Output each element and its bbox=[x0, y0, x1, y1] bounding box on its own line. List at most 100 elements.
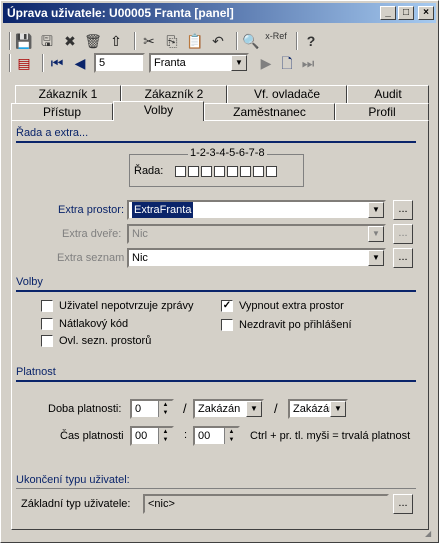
chevron-down-icon[interactable]: ▼ bbox=[246, 401, 262, 417]
extra-dvere-label: Extra dveře: bbox=[62, 228, 122, 240]
section-rada-title: Řada a extra... bbox=[16, 127, 89, 139]
rada-group: 1-2-3-4-5-6-7-8 Řada: bbox=[129, 147, 304, 187]
trash-icon[interactable]: 🗑 bbox=[84, 32, 102, 50]
close-button[interactable]: × bbox=[418, 6, 434, 20]
first-record-icon[interactable]: ⏮ bbox=[48, 54, 66, 72]
find-icon[interactable]: 🔍 bbox=[242, 32, 260, 50]
new-record-icon[interactable]: 🗋 bbox=[278, 54, 296, 72]
save-as-icon[interactable]: 🖫 bbox=[38, 32, 56, 50]
rada-checkbox-2[interactable] bbox=[188, 166, 199, 177]
section-platnost: Platnost bbox=[16, 366, 416, 382]
checkbox-box[interactable] bbox=[41, 335, 53, 347]
rada-checkbox-6[interactable] bbox=[240, 166, 251, 177]
checkbox-vypnout[interactable]: ✓ Vypnout extra prostor bbox=[221, 300, 344, 312]
checkbox-natlakovy[interactable]: Nátlakový kód bbox=[41, 318, 128, 330]
spinner-arrows-icon[interactable]: ▲ ▼ bbox=[158, 428, 172, 444]
checkbox-nezdravit-label: Nezdravit po přihlášení bbox=[239, 319, 352, 331]
record-name-combo[interactable]: Franta ▼ bbox=[149, 53, 249, 73]
tab-volby[interactable]: Volby bbox=[113, 101, 204, 121]
check-icon[interactable]: ✓ bbox=[221, 300, 233, 312]
checkbox-vypnout-label: Vypnout extra prostor bbox=[239, 300, 344, 312]
toolbar-main: 💾 🖫 ✖ 🗑 ⇧ ✂ ⎘ 📋 ↶ 🔍 x-Ref ? bbox=[9, 30, 325, 52]
extra-prostor-browse-button[interactable]: ... bbox=[393, 200, 413, 220]
doba-unit2-value: Zakázán bbox=[293, 403, 336, 415]
tab-profil[interactable]: Profil bbox=[335, 103, 429, 121]
spinner-arrows-icon[interactable]: ▲ ▼ bbox=[224, 428, 238, 444]
rada-checkbox-4[interactable] bbox=[214, 166, 225, 177]
tab-pristup[interactable]: Přístup bbox=[11, 103, 113, 121]
extra-prostor-combo[interactable]: ExtraFranta ▼ bbox=[127, 200, 386, 220]
section-rada: Řada a extra... bbox=[16, 127, 416, 143]
doba-slash-2: / bbox=[274, 401, 278, 416]
chevron-down-icon[interactable]: ▼ bbox=[330, 401, 346, 417]
rada-checkbox-8[interactable] bbox=[266, 166, 277, 177]
extra-dvere-combo[interactable]: Nic ▼ bbox=[127, 224, 386, 244]
cas-hours-spinner[interactable]: 00 ▲ ▼ bbox=[130, 426, 174, 446]
ctrl-hint: Ctrl + pr. tl. myši = trvalá platnost bbox=[250, 430, 411, 442]
rada-checkboxes bbox=[175, 166, 277, 177]
extra-seznam-combo[interactable]: Nic ▼ bbox=[127, 248, 386, 268]
doba-platnosti-unit2-combo[interactable]: Zakázán ▼ bbox=[288, 399, 348, 419]
chevron-down-icon[interactable]: ▼ bbox=[368, 250, 384, 266]
spinner-arrows-icon[interactable]: ▲ ▼ bbox=[158, 401, 172, 417]
paste-icon[interactable]: 📋 bbox=[186, 32, 204, 50]
chevron-down-icon[interactable]: ▼ bbox=[231, 55, 247, 71]
extra-dvere-browse-button[interactable]: ... bbox=[393, 224, 413, 244]
zakladni-typ-label: Základní typ uživatele: bbox=[21, 498, 131, 510]
doba-platnosti-unit-combo[interactable]: Zakázán ▼ bbox=[193, 399, 264, 419]
resize-grip-icon[interactable]: ◢ bbox=[425, 529, 435, 539]
tab-vf-ovladace[interactable]: Vf. ovladače bbox=[227, 85, 347, 103]
section-volby: Volby bbox=[16, 276, 416, 292]
delete-icon[interactable]: ✖ bbox=[61, 32, 79, 50]
tab-audit[interactable]: Audit bbox=[347, 85, 429, 103]
doba-platnosti-spinner[interactable]: 0 ▲ ▼ bbox=[130, 399, 174, 419]
tab-zakaznik-1[interactable]: Zákazník 1 bbox=[15, 85, 121, 103]
checkbox-box[interactable] bbox=[41, 300, 53, 312]
list-icon[interactable]: ▤ bbox=[15, 54, 33, 72]
record-number-input[interactable]: 5 bbox=[94, 53, 145, 73]
rada-checkbox-3[interactable] bbox=[201, 166, 212, 177]
maximize-button[interactable]: □ bbox=[398, 6, 414, 20]
undo-icon[interactable]: ↶ bbox=[209, 32, 227, 50]
copy-icon[interactable]: ⎘ bbox=[163, 32, 181, 50]
cas-minutes-spinner[interactable]: 00 ▲ ▼ bbox=[193, 426, 240, 446]
checkbox-natlakovy-label: Nátlakový kód bbox=[59, 318, 129, 330]
checkbox-box[interactable] bbox=[41, 318, 53, 330]
section-ukonceni-title: Ukončení typu uživatel: bbox=[16, 474, 130, 486]
section-volby-title: Volby bbox=[16, 276, 43, 288]
checkbox-nepotvrzuje[interactable]: Uživatel nepotvrzuje zprávy bbox=[41, 300, 194, 312]
section-ukonceni: Ukončení typu uživatel: bbox=[16, 474, 416, 489]
checkbox-nezdravit[interactable]: Nezdravit po přihlášení bbox=[221, 319, 352, 331]
zakladni-typ-browse-button[interactable]: ... bbox=[393, 494, 413, 514]
save-icon[interactable]: 💾 bbox=[15, 32, 33, 50]
last-record-icon[interactable]: ⏭ bbox=[299, 54, 317, 72]
checkbox-box[interactable] bbox=[221, 319, 233, 331]
rada-checkbox-7[interactable] bbox=[253, 166, 264, 177]
minimize-button[interactable]: _ bbox=[380, 6, 396, 20]
up-icon[interactable]: ⇧ bbox=[107, 32, 125, 50]
toolbar-navigation: ▤ ⏮ ◀ bbox=[9, 52, 94, 74]
cut-icon[interactable]: ✂ bbox=[140, 32, 158, 50]
extra-seznam-browse-button[interactable]: ... bbox=[393, 248, 413, 268]
chevron-down-icon[interactable]: ▼ bbox=[368, 202, 384, 218]
rada-checkbox-1[interactable] bbox=[175, 166, 186, 177]
extra-seznam-label: Extra seznam bbox=[57, 252, 125, 264]
chevron-down-icon[interactable]: ▼ bbox=[368, 226, 384, 242]
next-record-icon[interactable]: ▶ bbox=[257, 54, 275, 72]
doba-platnosti-value: 0 bbox=[135, 403, 142, 415]
rada-label: Řada: bbox=[134, 165, 164, 177]
doba-slash-1: / bbox=[183, 401, 187, 416]
extra-prostor-value: ExtraFranta bbox=[132, 202, 194, 218]
tab-row-2: Přístup Volby Zaměstnanec Profil bbox=[11, 101, 429, 121]
doba-platnosti-label: Doba platnosti: bbox=[48, 403, 122, 415]
cas-platnosti-label: Čas platnosti bbox=[60, 430, 124, 442]
prev-record-icon[interactable]: ◀ bbox=[71, 54, 89, 72]
record-name-value: Franta bbox=[154, 57, 186, 69]
titlebar: Úprava uživatele: U00005 Franta [panel] … bbox=[3, 3, 436, 23]
help-icon[interactable]: ? bbox=[302, 32, 320, 50]
x-ref-icon[interactable]: x-Ref bbox=[265, 32, 287, 50]
zakladni-typ-field[interactable]: <nic> bbox=[143, 494, 389, 514]
tab-zamestnanec[interactable]: Zaměstnanec bbox=[204, 103, 335, 121]
rada-checkbox-5[interactable] bbox=[227, 166, 238, 177]
checkbox-ovl-sezn[interactable]: Ovl. sezn. prostorů bbox=[41, 335, 151, 347]
